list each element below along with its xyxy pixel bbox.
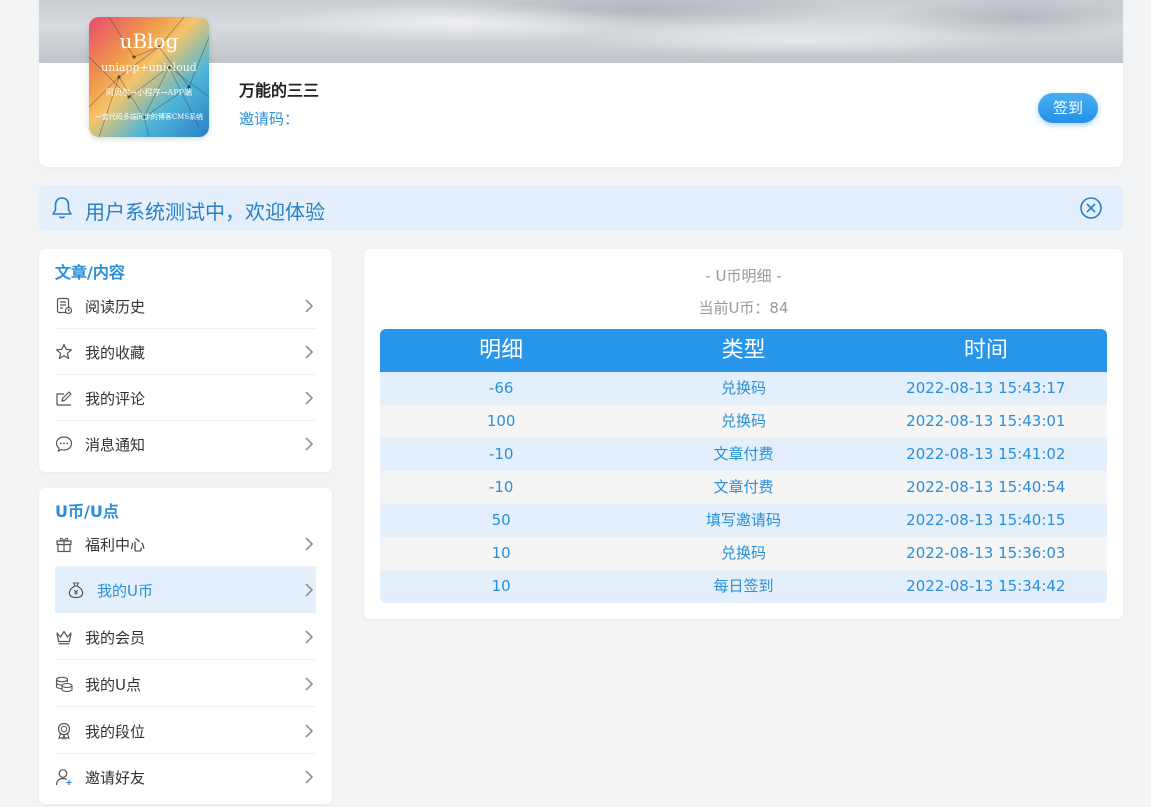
cell-type: 兑换码 [720, 379, 766, 397]
cell-time: 2022-08-13 15:36:03 [906, 544, 1066, 562]
message-icon [55, 436, 73, 453]
chevron-right-icon [305, 724, 314, 738]
crown-icon [56, 630, 72, 645]
sidebar-item-notifications[interactable]: 消息通知 [55, 421, 316, 467]
sidebar-item-label: 我的段位 [85, 723, 146, 741]
sidebar-item-label: 我的U币 [97, 582, 153, 600]
table-row: -66 兑换码 2022-08-13 15:43:17 [380, 372, 1107, 405]
cell-time: 2022-08-13 15:43:17 [906, 379, 1066, 397]
chevron-right-icon [305, 677, 314, 691]
cell-type: 文章付费 [713, 445, 774, 463]
avatar-tagline: 阿贝尔→小程序→APP端 [106, 88, 192, 97]
gift-icon [56, 537, 72, 553]
sidebar-item-label: 消息通知 [85, 436, 146, 454]
table-row: 50 填写邀请码 2022-08-13 15:40:15 [380, 504, 1107, 537]
cell-type: 填写邀请码 [705, 511, 781, 529]
section-title: U币/U点 [55, 502, 119, 521]
invite-code-label: 邀请码： [239, 110, 300, 128]
sidebar-item-label: 阅读历史 [85, 298, 146, 316]
notice-text: 用户系统测试中，欢迎体验 [85, 200, 325, 224]
cell-amount: -66 [488, 379, 514, 397]
table-row: 10 每日签到 2022-08-13 15:34:42 [380, 570, 1107, 603]
sidebar-item-rank[interactable]: 我的段位 [55, 708, 316, 754]
sidebar-item-label: 我的收藏 [85, 344, 146, 362]
cell-time: 2022-08-13 15:40:15 [906, 511, 1066, 529]
history-doc-icon [56, 297, 73, 315]
table-row: 100 兑换码 2022-08-13 15:43:01 [380, 405, 1107, 438]
cell-time: 2022-08-13 15:43:01 [906, 412, 1066, 430]
chevron-right-icon [305, 391, 314, 405]
avatar-subtitle: uniapp+unicloud [101, 61, 197, 74]
chevron-right-icon [305, 583, 314, 597]
star-icon [56, 343, 72, 359]
sidebar-item-invite-friends[interactable]: 邀请好友 [55, 754, 316, 800]
balance-text: 当前U币：84 [698, 299, 789, 317]
section-content: 文章/内容 阅读历史 我的收藏 我的评论 消息通知 [39, 249, 332, 472]
avatar[interactable]: uBlog uniapp+unicloud 阿贝尔→小程序→APP端 一套代码多… [89, 17, 209, 137]
table-row: -10 文章付费 2022-08-13 15:41:02 [380, 438, 1107, 471]
sidebar-item-welfare[interactable]: 福利中心 [55, 521, 316, 567]
cell-amount: -10 [488, 478, 514, 496]
sidebar-item-my-ucoin[interactable]: 我的U币 [55, 567, 316, 613]
sign-in-button[interactable]: 签到 [1038, 93, 1098, 123]
section-title: 文章/内容 [55, 263, 125, 282]
cell-time: 2022-08-13 15:41:02 [906, 445, 1066, 463]
cell-amount: 100 [486, 412, 516, 430]
sidebar-item-label: 我的U点 [85, 676, 141, 694]
cell-time: 2022-08-13 15:40:54 [906, 478, 1066, 496]
ucoin-ledger-panel: - U币明细 - 当前U币：84 明细 类型 时间 -66 兑换码 2022-0… [364, 249, 1123, 619]
chevron-right-icon [305, 437, 314, 451]
cell-amount: 10 [491, 544, 511, 562]
add-user-icon [55, 769, 72, 786]
chevron-right-icon [305, 345, 314, 359]
sidebar-item-label: 福利中心 [85, 536, 146, 554]
table-row: -10 文章付费 2022-08-13 15:40:54 [380, 471, 1107, 504]
avatar-title: uBlog [119, 29, 179, 53]
cell-time: 2022-08-13 15:34:42 [906, 577, 1066, 595]
sidebar-item-my-upoints[interactable]: 我的U点 [55, 661, 316, 707]
cell-type: 兑换码 [720, 544, 766, 562]
sidebar-item-favorites[interactable]: 我的收藏 [55, 329, 316, 375]
column-header-type: 类型 [721, 338, 766, 363]
table-header: 明细 类型 时间 [380, 329, 1107, 372]
cell-amount: 50 [491, 511, 511, 529]
sidebar-item-label: 邀请好友 [85, 769, 146, 787]
cell-amount: -10 [488, 445, 514, 463]
cell-type: 每日签到 [713, 577, 774, 595]
ledger-table: 明细 类型 时间 -66 兑换码 2022-08-13 15:43:17 100… [380, 329, 1107, 603]
column-header-detail: 明细 [479, 338, 524, 363]
sidebar-item-reading-history[interactable]: 阅读历史 [55, 283, 316, 329]
chevron-right-icon [305, 299, 314, 313]
cell-type: 文章付费 [713, 478, 774, 496]
chevron-right-icon [305, 630, 314, 644]
section-currency: U币/U点 福利中心 我的U币 我的会员 我的U点 我的段位 邀请好友 [39, 488, 332, 804]
coins-stack-icon [55, 676, 73, 693]
column-header-time: 时间 [963, 338, 1008, 363]
sidebar-item-comments[interactable]: 我的评论 [55, 375, 316, 421]
cell-type: 兑换码 [720, 412, 766, 430]
close-circle-icon[interactable] [1079, 196, 1103, 220]
edit-icon [56, 391, 72, 406]
sidebar-item-label: 我的评论 [85, 390, 146, 408]
page-title: - U币明细 - [705, 267, 782, 285]
badge-icon [57, 722, 71, 740]
notice-bar: 用户系统测试中，欢迎体验 [39, 185, 1123, 231]
chevron-right-icon [305, 770, 314, 784]
profile-card: uBlog uniapp+unicloud 阿贝尔→小程序→APP端 一套代码多… [39, 0, 1123, 167]
sidebar-item-label: 我的会员 [85, 629, 146, 647]
user-name: 万能的三三 [239, 81, 320, 100]
avatar-footer: 一套代码多端同步的博客CMS系统 [94, 113, 204, 121]
bell-icon [52, 197, 72, 219]
chevron-right-icon [305, 537, 314, 551]
coin-bag-icon [68, 582, 84, 599]
sidebar-item-membership[interactable]: 我的会员 [55, 614, 316, 660]
cell-amount: 10 [491, 577, 511, 595]
table-row: 10 兑换码 2022-08-13 15:36:03 [380, 537, 1107, 570]
table-body: -66 兑换码 2022-08-13 15:43:17 100 兑换码 2022… [380, 372, 1107, 603]
